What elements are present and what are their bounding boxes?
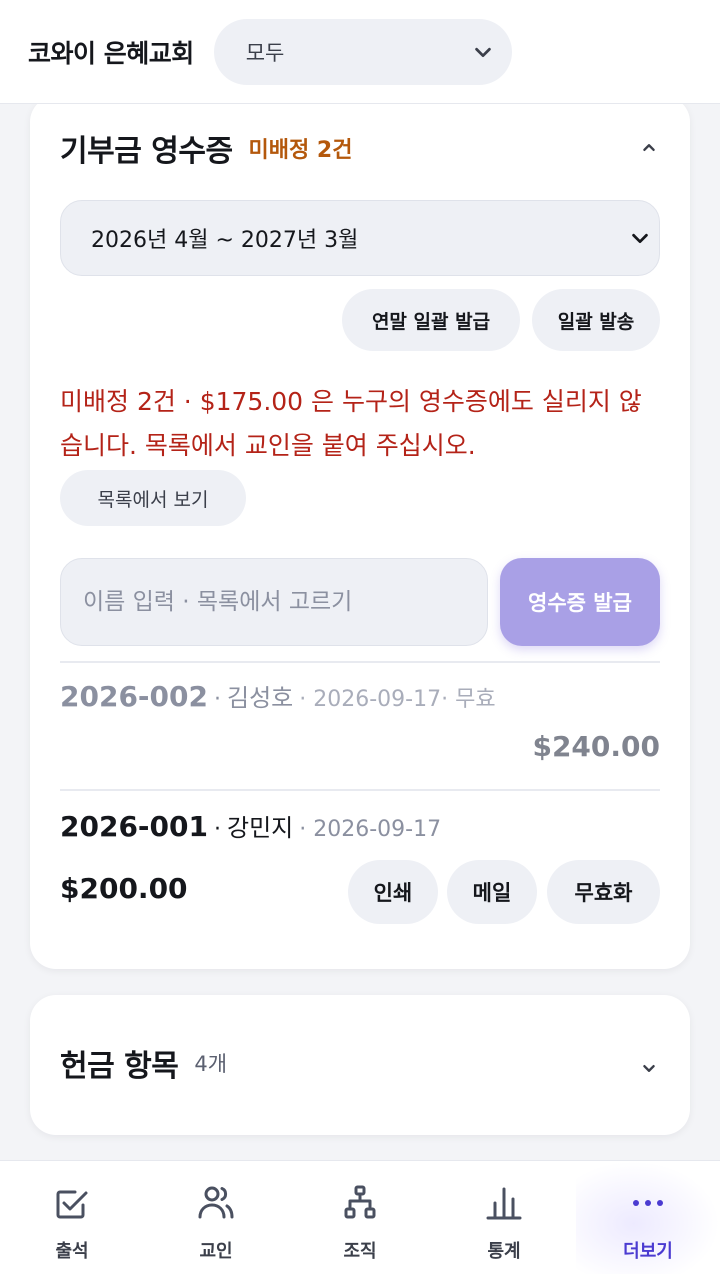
receipt-member-name: 김성호 <box>227 684 294 712</box>
org-chart-icon <box>344 1185 376 1219</box>
year-end-batch-button[interactable]: 연말 일괄 발급 <box>342 289 520 351</box>
view-list-button[interactable]: 목록에서 보기 <box>60 470 246 526</box>
divider <box>60 789 660 791</box>
cash-items-header[interactable]: 헌금 항목 4개 <box>60 1041 660 1085</box>
receipt-date: · 2026-09-17 <box>299 817 442 842</box>
print-button[interactable]: 인쇄 <box>348 860 438 924</box>
member-name-input[interactable] <box>60 558 488 646</box>
unassigned-warning: 미배정 2건 · $175.00 은 누구의 영수증에도 실리지 않습니다. 목… <box>60 387 642 460</box>
tab-organization[interactable]: 조직 <box>288 1161 432 1274</box>
batch-send-button[interactable]: 일괄 발송 <box>532 289 660 351</box>
check-square-icon <box>56 1190 88 1219</box>
receipt-row-voided[interactable]: 2026-002 · 김성호 · 2026-09-17· 무효 <box>60 678 660 718</box>
tab-label: 조직 <box>343 1241 377 1262</box>
tab-members[interactable]: 교인 <box>144 1161 288 1274</box>
tab-label: 출석 <box>55 1241 89 1262</box>
email-button[interactable]: 메일 <box>447 860 537 924</box>
receipt-number: 2026-002 <box>60 680 208 713</box>
separator: · <box>214 817 221 842</box>
chevron-down-icon[interactable] <box>638 1057 660 1079</box>
receipt-row[interactable]: 2026-001 · 강민지 · 2026-09-17 <box>60 808 660 848</box>
receipt-date-status: · 2026-09-17· 무효 <box>299 687 496 712</box>
receipt-amount: $200.00 <box>60 872 188 905</box>
bottom-tab-bar: 출석 교인 조직 통계 더보기 <box>0 1160 720 1274</box>
tab-attendance[interactable]: 출석 <box>0 1161 144 1274</box>
cash-items-card: 헌금 항목 4개 <box>30 995 690 1135</box>
chevron-up-icon[interactable] <box>638 137 660 159</box>
cash-items-count: 4개 <box>194 1052 228 1076</box>
receipt-number: 2026-001 <box>60 810 208 843</box>
issue-receipt-button[interactable]: 영수증 발급 <box>500 558 660 646</box>
tab-label: 더보기 <box>623 1241 673 1262</box>
scope-select[interactable]: 모두 <box>213 18 512 85</box>
scope-select-value: 모두 <box>245 40 285 65</box>
period-select-value: 2026년 4월 ~ 2027년 3월 <box>91 228 359 253</box>
chevron-down-icon <box>632 233 648 244</box>
cash-items-title: 헌금 항목 <box>60 1049 179 1084</box>
tab-label: 교인 <box>199 1241 233 1262</box>
void-button[interactable]: 무효화 <box>547 860 660 924</box>
church-name: 코와이 은혜교회 <box>28 38 194 68</box>
receipt-member-name: 강민지 <box>227 814 294 842</box>
receipts-card: 기부금 영수증 미배정 2건 2026년 4월 ~ 2027년 3월 연말 일괄… <box>30 96 690 969</box>
tab-statistics[interactable]: 통계 <box>432 1161 576 1274</box>
receipts-title: 기부금 영수증 <box>60 134 233 169</box>
tab-label: 통계 <box>487 1241 521 1262</box>
unassigned-badge: 미배정 2건 <box>248 138 353 163</box>
separator: · <box>214 687 221 712</box>
receipts-card-header[interactable]: 기부금 영수증 미배정 2건 <box>60 126 660 170</box>
tab-more[interactable]: 더보기 <box>576 1161 720 1274</box>
chevron-down-icon <box>474 47 491 57</box>
more-dots-icon <box>633 1200 663 1206</box>
people-icon <box>198 1186 234 1219</box>
bar-chart-icon <box>486 1187 522 1220</box>
app-header: 코와이 은혜교회 모두 <box>0 0 720 104</box>
receipt-amount: $240.00 <box>532 730 660 763</box>
period-select[interactable]: 2026년 4월 ~ 2027년 3월 <box>60 200 660 276</box>
divider <box>60 661 660 663</box>
